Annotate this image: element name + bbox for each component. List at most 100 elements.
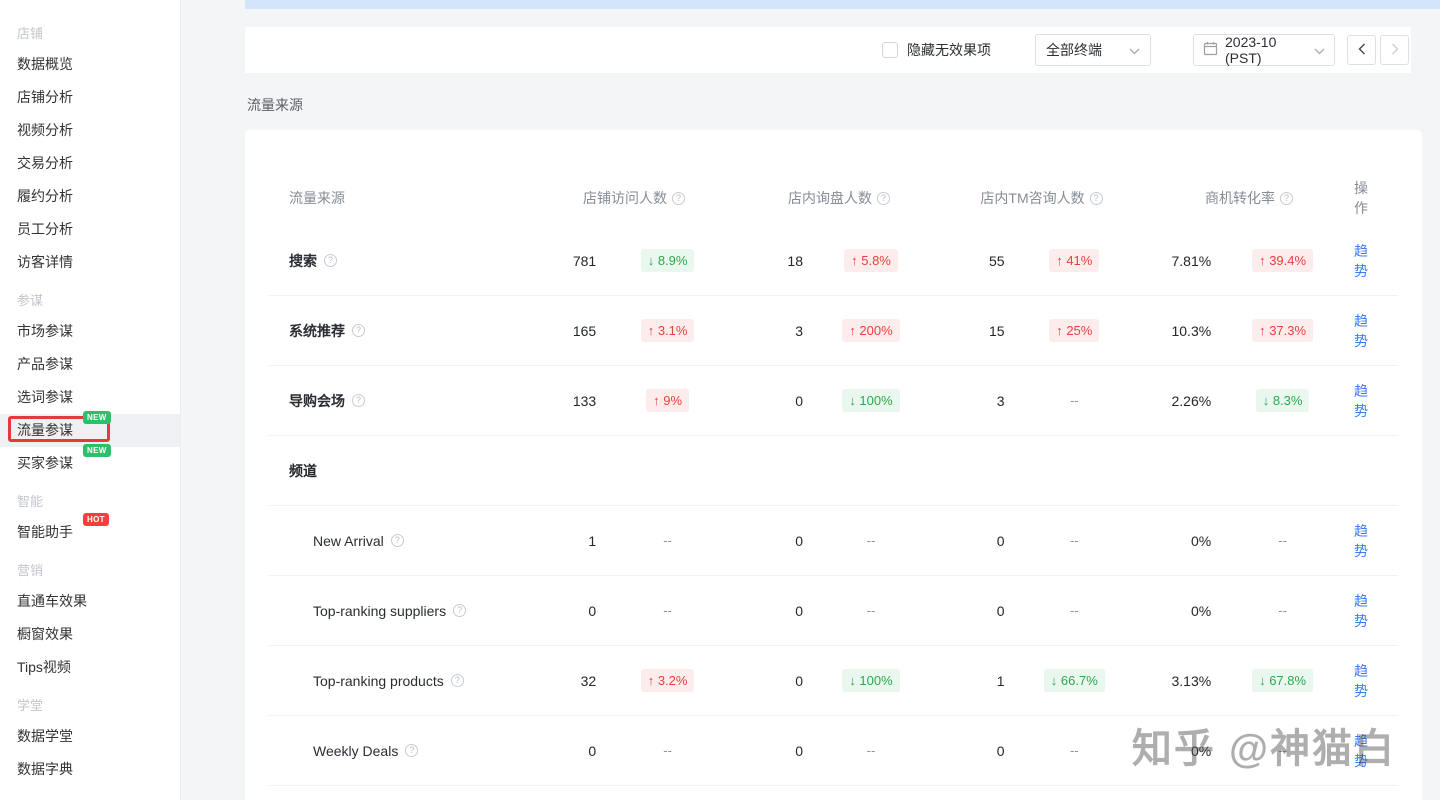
sidebar-item-橱窗效果[interactable]: 橱窗效果 [0, 618, 180, 651]
metric-cell: 0 -- [529, 743, 739, 759]
metric-cell: 2.26% ↓ 8.3% [1144, 389, 1354, 412]
sidebar-item-员工分析[interactable]: 员工分析 [0, 213, 180, 246]
change-badge-down: ↓ 8.3% [1255, 389, 1310, 412]
sidebar-item-label: 店铺分析 [17, 89, 73, 105]
metric-cell: 0 -- [739, 533, 939, 549]
metric-change: -- [1211, 533, 1354, 548]
main-content: 隐藏无效果项 全部终端 2023-10 (PST) 流量来源 流量来源 店铺访问人… [181, 0, 1440, 800]
channel-row: Top-ranking products? 32 ↑ 3.2% 0 ↓ 100% 1 ↓ 6… [269, 646, 1398, 716]
metric-value: 0 [588, 742, 597, 759]
sidebar-item-label: 数据概览 [17, 56, 73, 72]
sidebar: 店铺数据概览店铺分析视频分析交易分析 履约分析员工分析访客详情参谋市场参谋 产品参谋… [0, 0, 181, 800]
sidebar-item-数据字典[interactable]: 数据字典 [0, 753, 180, 786]
filter-toolbar: 隐藏无效果项 全部终端 2023-10 (PST) [245, 27, 1411, 73]
sidebar-item-视频分析[interactable]: 视频分析 [0, 114, 180, 147]
metric-value: 1 [996, 672, 1005, 689]
trend-link[interactable]: 趋势 [1354, 523, 1368, 559]
help-icon[interactable]: ? [1280, 191, 1293, 205]
sidebar-item-交易分析[interactable]: 交易分析 [0, 147, 180, 180]
sidebar-item-产品参谋[interactable]: 产品参谋 [0, 348, 180, 381]
sidebar-item-智能助手[interactable]: 智能助手 HOT [0, 513, 180, 549]
help-icon[interactable]: ? [672, 191, 685, 205]
row-label-cell: Top-ranking suppliers? [269, 603, 529, 619]
column-header-label: 店内询盘人数 [788, 190, 872, 206]
sidebar-section-header: 参谋 [17, 293, 44, 308]
channel-section-row: 频道 [269, 436, 1398, 506]
sidebar-item-履约分析[interactable]: 履约分析 [0, 180, 180, 213]
metric-value: 1 [588, 532, 597, 549]
help-icon[interactable]: ? [352, 324, 365, 337]
sidebar-item-市场参谋[interactable]: 市场参谋 [0, 315, 180, 348]
metric-cell: 32 ↑ 3.2% [529, 669, 739, 692]
hide-ineffective-toggle[interactable]: 隐藏无效果项 [882, 40, 991, 60]
metric-cell: 165 ↑ 3.1% [529, 319, 739, 342]
terminal-select[interactable]: 全部终端 [1035, 34, 1151, 66]
metric-cell: 3 ↑ 200% [739, 319, 939, 342]
sidebar-item-访客详情[interactable]: 访客详情 [0, 246, 180, 279]
metric-cell: 1 -- [529, 533, 739, 549]
metric-change: ↓ 8.9% [596, 249, 739, 272]
change-badge-up: ↑ 39.4% [1252, 249, 1314, 272]
metric-change: ↑ 200% [803, 319, 939, 342]
metric-change: ↓ 67.8% [1211, 669, 1354, 692]
sidebar-item-label: 员工分析 [17, 221, 73, 237]
action-cell: 趋势 [1354, 381, 1398, 421]
column-header: 店铺访问人数? [529, 188, 739, 208]
column-header: 店内询盘人数? [739, 188, 939, 208]
table-row: 搜索? 781 ↓ 8.9% 18 ↑ 5.8% 55 ↑ 41% 7.81% ↑ 39.4% 趋… [269, 226, 1398, 296]
trend-link[interactable]: 趋势 [1354, 733, 1368, 769]
metric-value: 0 [588, 602, 597, 619]
sidebar-section-header: 营销 [17, 563, 44, 578]
sidebar-item-直通车效果[interactable]: 直通车效果 [0, 585, 180, 618]
help-icon[interactable]: ? [450, 674, 464, 687]
help-icon[interactable]: ? [1089, 191, 1103, 205]
sidebar-item-流量参谋[interactable]: 流量参谋 NEW [0, 411, 180, 447]
sidebar-item-店铺分析[interactable]: 店铺分析 [0, 81, 180, 114]
terminal-select-value: 全部终端 [1046, 42, 1102, 58]
hide-ineffective-checkbox[interactable] [882, 42, 898, 58]
sidebar-item-label: 选词参谋 [17, 389, 73, 405]
help-icon[interactable]: ? [324, 254, 337, 267]
help-icon[interactable]: ? [453, 604, 467, 617]
metric-change: ↑ 3.2% [596, 669, 739, 692]
sidebar-item-选词参谋[interactable]: 选词参谋 [0, 381, 180, 414]
sidebar-section-header: 学堂 [17, 698, 44, 713]
metric-cell: 0 -- [739, 603, 939, 619]
help-icon[interactable]: ? [352, 394, 365, 407]
sidebar-item-买家参谋[interactable]: 买家参谋 NEW [0, 444, 180, 480]
sidebar-item-label: 访客详情 [17, 254, 73, 270]
metric-change: ↑ 39.4% [1211, 249, 1354, 272]
trend-link[interactable]: 趋势 [1354, 243, 1368, 279]
metric-change: ↑ 3.1% [596, 319, 739, 342]
date-picker[interactable]: 2023-10 (PST) [1193, 34, 1335, 66]
prev-period-button[interactable] [1347, 35, 1376, 65]
sidebar-item-数据学堂[interactable]: 数据学堂 [0, 720, 180, 753]
trend-link[interactable]: 趋势 [1354, 313, 1368, 349]
metric-cell: 7.81% ↑ 39.4% [1144, 249, 1354, 272]
metric-change: -- [1005, 533, 1144, 548]
no-change-dash: -- [866, 743, 876, 758]
help-icon[interactable]: ? [390, 534, 404, 547]
metric-cell: 0 -- [939, 533, 1144, 549]
metric-value: 32 [580, 672, 597, 689]
help-icon[interactable]: ? [405, 744, 419, 757]
metric-change: -- [596, 743, 739, 758]
help-icon[interactable]: ? [877, 191, 890, 205]
channel-row: New Arrival? 1 -- 0 -- 0 -- 0% -- 趋势 [269, 506, 1398, 576]
sidebar-item-label: 数据学堂 [17, 728, 73, 744]
metric-change: ↓ 8.3% [1211, 389, 1354, 412]
trend-link[interactable]: 趋势 [1354, 383, 1368, 419]
metric-value: 0 [795, 742, 803, 759]
sidebar-item-Tips视频[interactable]: Tips视频 [0, 651, 180, 684]
metric-value: 133 [572, 392, 597, 409]
sidebar-item-label: 视频分析 [17, 122, 73, 138]
sidebar-section-header: 店铺 [17, 26, 44, 41]
trend-link[interactable]: 趋势 [1354, 593, 1368, 629]
trend-link[interactable]: 趋势 [1354, 663, 1368, 699]
next-period-button[interactable] [1380, 35, 1409, 65]
metric-cell: 0% -- [1144, 533, 1354, 549]
chevron-right-icon [1391, 42, 1399, 58]
sidebar-item-数据概览[interactable]: 数据概览 [0, 48, 180, 81]
row-label-cell: Weekly Deals? [269, 743, 529, 759]
action-cell: 趋势 [1354, 311, 1398, 351]
